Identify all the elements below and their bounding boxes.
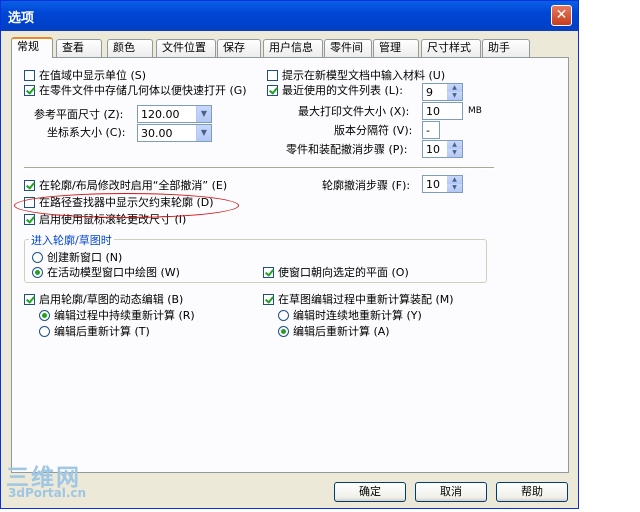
ref-plane-size-combo[interactable]: 120.00 ▼ (137, 105, 212, 123)
undo-steps-spinner[interactable]: 10 ▲ ▼ (422, 140, 463, 158)
recompute-after-label[interactable]: 编辑后重新计算 (T) (54, 325, 150, 338)
help-button[interactable]: 帮助 (496, 482, 568, 502)
recompute-continuous-radio[interactable] (278, 310, 289, 321)
separator (24, 167, 494, 169)
version-sep-value: - (426, 124, 430, 137)
cancel-button[interactable]: 取消 (415, 482, 487, 502)
max-print-unit: MB (468, 106, 482, 116)
dynamic-edit-checkbox[interactable] (24, 294, 35, 305)
annotation-oval (14, 193, 239, 218)
close-button[interactable]: ✕ (551, 5, 572, 26)
coord-size-label: 坐标系大小 (C): (47, 126, 126, 139)
store-geometry-checkbox[interactable] (24, 85, 35, 96)
undo-all-profile-checkbox[interactable] (24, 180, 35, 191)
profile-undo-steps-spinner[interactable]: 10 ▲ ▼ (422, 175, 463, 193)
close-icon[interactable]: ✕ (556, 7, 568, 23)
tab-user-info[interactable]: 用户信息 (263, 39, 323, 57)
undo-steps-label: 零件和装配撤消步骤 (P): (286, 143, 408, 156)
undo-all-profile-label[interactable]: 在轮廓/布局修改时启用“全部撤消” (E) (39, 179, 227, 192)
ref-plane-size-label: 参考平面尺寸 (Z): (34, 108, 124, 121)
active-window-label[interactable]: 在活动模型窗口中绘图 (W) (47, 266, 180, 279)
max-print-input[interactable]: 10 (422, 102, 463, 120)
spin-up-icon[interactable]: ▲ (447, 141, 462, 149)
coord-size-value: 30.00 (141, 127, 173, 140)
tab-general[interactable]: 常规 (11, 37, 53, 58)
orient-window-checkbox[interactable] (263, 267, 274, 278)
spin-up-icon[interactable]: ▲ (447, 84, 462, 92)
dialog-title: 选项 (8, 11, 35, 26)
profile-undo-steps-label: 轮廓撤消步骤 (F): (322, 179, 411, 192)
version-sep-input[interactable]: - (422, 121, 440, 139)
coord-size-combo[interactable]: 30.00 ▼ (137, 124, 212, 142)
profile-undo-steps-value: 10 (426, 178, 440, 191)
tab-colors[interactable]: 颜色 (107, 39, 153, 57)
chevron-down-icon[interactable]: ▼ (196, 125, 211, 141)
orient-window-label[interactable]: 使窗口朝向选定的平面 (O) (278, 266, 409, 279)
tab-save[interactable]: 保存 (217, 39, 261, 57)
ref-plane-size-value: 120.00 (141, 108, 180, 121)
ok-button[interactable]: 确定 (334, 482, 406, 502)
tab-inter-part[interactable]: 零件间 (324, 39, 372, 57)
spin-down-icon[interactable]: ▼ (447, 149, 462, 157)
watermark-url: 3dPortal.cn (8, 486, 87, 500)
chevron-down-icon[interactable]: ▼ (196, 106, 211, 122)
active-window-radio[interactable] (32, 267, 43, 278)
recompute-assembly-checkbox[interactable] (263, 294, 274, 305)
show-units-checkbox[interactable] (24, 70, 35, 81)
version-sep-label: 版本分隔符 (V): (334, 124, 413, 137)
general-panel: 在值域中显示单位 (S) 在零件文件中存储几何体以便快速打开 (G) 参考平面尺… (11, 57, 569, 473)
max-print-value: 10 (426, 105, 440, 118)
options-dialog: 选项 ✕ 常规 查看 颜色 文件位置 保存 用户信息 零件间 管理 尺寸样式 助… (0, 0, 579, 509)
show-units-label[interactable]: 在值域中显示单位 (S) (39, 69, 146, 82)
dynamic-edit-label[interactable]: 启用轮廓/草图的动态编辑 (B) (39, 293, 183, 306)
spin-up-icon[interactable]: ▲ (447, 176, 462, 184)
recent-files-label[interactable]: 最近使用的文件列表 (L): (282, 84, 403, 97)
spin-down-icon[interactable]: ▼ (447, 184, 462, 192)
recompute-during-label[interactable]: 编辑过程中持续重新计算 (R) (54, 309, 195, 322)
mouse-wheel-size-checkbox[interactable] (24, 214, 35, 225)
new-window-label[interactable]: 创建新窗口 (N) (47, 251, 122, 264)
enter-sketch-group-title: 进入轮廓/草图时 (29, 232, 114, 248)
prompt-material-label[interactable]: 提示在新模型文档中输入材料 (U) (282, 69, 445, 82)
prompt-material-checkbox[interactable] (267, 70, 278, 81)
new-window-radio[interactable] (32, 252, 43, 263)
recent-files-value: 9 (426, 86, 433, 99)
max-print-label: 最大打印文件大小 (X): (298, 105, 410, 118)
title-bar[interactable]: 选项 ✕ (1, 1, 578, 31)
spin-down-icon[interactable]: ▼ (447, 92, 462, 100)
recompute-during-radio[interactable] (39, 310, 50, 321)
recent-files-checkbox[interactable] (267, 85, 278, 96)
tab-helper[interactable]: 助手 (482, 39, 530, 57)
recompute-after-edit-radio[interactable] (278, 326, 289, 337)
tab-management[interactable]: 管理 (373, 39, 419, 57)
undo-steps-value: 10 (426, 143, 440, 156)
recent-files-spinner[interactable]: 9 ▲ ▼ (422, 83, 463, 101)
recompute-assembly-label[interactable]: 在草图编辑过程中重新计算装配 (M) (278, 293, 454, 306)
recompute-after-radio[interactable] (39, 326, 50, 337)
tab-file-locations[interactable]: 文件位置 (156, 39, 216, 57)
tab-dimension-style[interactable]: 尺寸样式 (421, 39, 481, 57)
recompute-after-edit-label[interactable]: 编辑后重新计算 (A) (293, 325, 390, 338)
store-geometry-label[interactable]: 在零件文件中存储几何体以便快速打开 (G) (39, 84, 247, 97)
tab-view[interactable]: 查看 (56, 39, 102, 57)
recompute-continuous-label[interactable]: 编辑时连续地重新计算 (Y) (293, 309, 422, 322)
